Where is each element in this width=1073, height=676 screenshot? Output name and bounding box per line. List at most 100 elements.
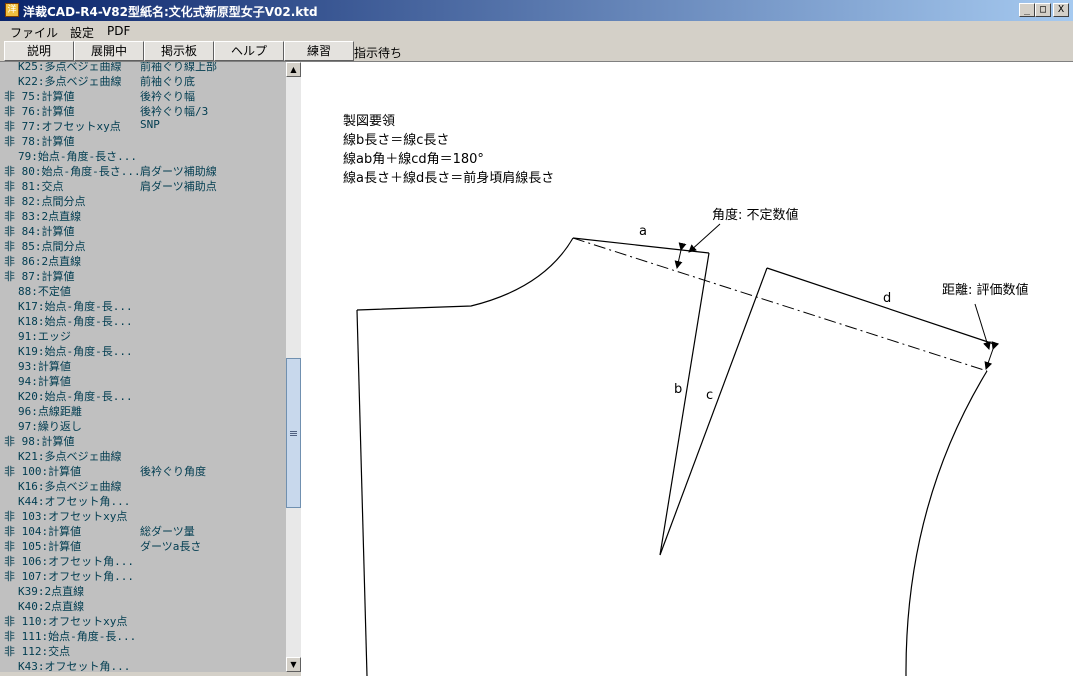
tree-row-label: 非 81:交点 <box>4 180 64 193</box>
angle-leader <box>688 223 721 253</box>
tree-row-comment: 前袖ぐり底 <box>140 75 195 88</box>
status-text: 指示待ち <box>354 46 403 60</box>
tree-row[interactable]: K21:多点ベジェ曲線 <box>0 448 286 463</box>
tree-row[interactable]: 非 82:点間分点 <box>0 193 286 208</box>
scroll-down-arrow-icon[interactable]: ▼ <box>286 657 301 672</box>
tree-row[interactable]: K22:多点ベジェ曲線 前袖ぐり底 <box>0 73 286 88</box>
close-button[interactable]: X <box>1053 3 1069 17</box>
scroll-up-arrow-icon[interactable]: ▲ <box>286 62 301 77</box>
menu-settings[interactable]: 設定 <box>70 24 94 41</box>
menu-bar: ファイル 設定 PDF <box>0 21 1073 40</box>
tree-row[interactable]: 非 105:計算値 ダーツa長さ <box>0 538 286 553</box>
menu-file[interactable]: ファイル <box>10 24 58 41</box>
label-c: c <box>706 388 713 403</box>
tree-row[interactable]: 91:エッジ <box>0 328 286 343</box>
scrollbar-thumb[interactable] <box>286 358 301 508</box>
neck-curve <box>356 237 574 311</box>
tree-row[interactable]: K44:オフセット角... <box>0 493 286 508</box>
tree-row-label: 非 80:始点-角度-長さ... <box>4 165 141 178</box>
window-title: 洋裁CAD-R4-V82型紙名:文化式新原型女子V02.ktd <box>23 5 318 19</box>
tree-row[interactable]: K16:多点ベジェ曲線 <box>0 478 286 493</box>
tree-row[interactable]: 非 103:オフセットxy点 <box>0 508 286 523</box>
tree-row-label: 非 107:オフセット角... <box>4 570 134 583</box>
tree-row-label: 93:計算値 <box>18 360 71 373</box>
tree-row[interactable]: 非 78:計算値 <box>0 133 286 148</box>
expanding-button[interactable]: 展開中 <box>74 41 144 61</box>
tree-row-label: K43:オフセット角... <box>18 660 131 672</box>
explain-button[interactable]: 説明 <box>4 41 74 61</box>
tree-row[interactable]: 非 81:交点 肩ダーツ補助点 <box>0 178 286 193</box>
tree-row[interactable]: 非 110:オフセットxy点 <box>0 613 286 628</box>
tree-row-label: 非 103:オフセットxy点 <box>4 510 128 523</box>
tree-row-comment: 後衿ぐり幅/3 <box>140 105 209 118</box>
tree-row[interactable]: 非 111:始点-角度-長... <box>0 628 286 643</box>
tree-row-label: 非 78:計算値 <box>4 135 75 148</box>
label-d: d <box>883 291 891 306</box>
pattern-svg: a b c d 角度: 不定数値 距離: 評価数値 <box>356 207 1029 676</box>
armhole-curve <box>905 370 988 676</box>
tree-row[interactable]: K17:始点-角度-長... <box>0 298 286 313</box>
distance-label: 距離: 評価数値 <box>942 282 1029 298</box>
tree-row[interactable]: K19:始点-角度-長... <box>0 343 286 358</box>
tree-row[interactable]: 96:点線距離 <box>0 403 286 418</box>
help-button[interactable]: ヘルプ <box>214 41 284 61</box>
tree-row[interactable]: 非 112:交点 <box>0 643 286 658</box>
tree-row[interactable]: K39:2点直線 <box>0 583 286 598</box>
tree-row-label: K21:多点ベジェ曲線 <box>18 450 122 463</box>
tree-row[interactable]: 非 83:2点直線 <box>0 208 286 223</box>
tree-row[interactable]: 非 86:2点直線 <box>0 253 286 268</box>
tree-row[interactable]: 非 80:始点-角度-長さ... 肩ダーツ補助線 <box>0 163 286 178</box>
tree-row[interactable]: 非 104:計算値 総ダーツ量 <box>0 523 286 538</box>
tree-row[interactable]: 93:計算値 <box>0 358 286 373</box>
maximize-button[interactable]: □ <box>1035 3 1051 17</box>
tree-row[interactable]: 非 87:計算値 <box>0 268 286 283</box>
tree-row[interactable]: K43:オフセット角... <box>0 658 286 672</box>
tree-row[interactable]: 非 98:計算値 <box>0 433 286 448</box>
tree-row-label: 非 86:2点直線 <box>4 255 82 268</box>
command-tree-panel[interactable]: K25:多点ベジェ曲線 前袖ぐり線上部 K22:多点ベジェ曲線 前袖ぐり底非 75:計… <box>0 62 286 672</box>
tree-row[interactable]: K18:始点-角度-長... <box>0 313 286 328</box>
tree-row-label: K17:始点-角度-長... <box>18 300 133 313</box>
tree-row[interactable]: 97:繰り返し <box>0 418 286 433</box>
minimize-button[interactable]: _ <box>1019 3 1035 17</box>
tree-row[interactable]: 非 107:オフセット角... <box>0 568 286 583</box>
tree-row[interactable]: K20:始点-角度-長... <box>0 388 286 403</box>
tree-row-label: K44:オフセット角... <box>18 495 131 508</box>
reference-dashdot-line <box>572 237 988 372</box>
menu-pdf[interactable]: PDF <box>107 24 130 38</box>
pattern-drawing-canvas[interactable]: 製図要領 線b長さ＝線c長さ 線ab角＋線cd角＝180° 線a長さ＋線d長さ＝… <box>301 62 1073 676</box>
scrollbar-grip-icon <box>290 431 297 432</box>
tree-row[interactable]: 88:不定値 <box>0 283 286 298</box>
tree-row[interactable]: K40:2点直線 <box>0 598 286 613</box>
tree-row-label: 非 75:計算値 <box>4 90 75 103</box>
tree-row-label: K19:始点-角度-長... <box>18 345 133 358</box>
center-front-line <box>356 309 368 676</box>
line-b <box>659 252 710 556</box>
tree-row[interactable]: 非 84:計算値 <box>0 223 286 238</box>
tree-row[interactable]: 非 106:オフセット角... <box>0 553 286 568</box>
tree-row-label: 96:点線距離 <box>18 405 82 418</box>
app-icon[interactable]: 洋 <box>5 3 19 17</box>
tree-row[interactable]: 非 75:計算値 後衿ぐり幅 <box>0 88 286 103</box>
tree-row[interactable]: 94:計算値 <box>0 373 286 388</box>
tree-row[interactable]: 非 100:計算値 後衿ぐり角度 <box>0 463 286 478</box>
tree-row-label: 88:不定値 <box>18 285 71 298</box>
tree-row-label: 97:繰り返し <box>18 420 82 433</box>
tree-row[interactable]: 79:始点-角度-長さ... <box>0 148 286 163</box>
bulletin-board-button[interactable]: 掲示板 <box>144 41 214 61</box>
bottom-strip <box>0 672 301 676</box>
label-b: b <box>674 382 682 397</box>
tree-row[interactable]: 非 76:計算値 後衿ぐり幅/3 <box>0 103 286 118</box>
tree-row-label: K22:多点ベジェ曲線 <box>18 75 122 88</box>
tree-scrollbar[interactable]: ▲ ▼ <box>286 62 301 672</box>
tree-row-label: K18:始点-角度-長... <box>18 315 133 328</box>
tree-row-label: K39:2点直線 <box>18 585 85 598</box>
tree-row-label: 94:計算値 <box>18 375 71 388</box>
tree-row[interactable]: 非 85:点間分点 <box>0 238 286 253</box>
angle-indicator-icon <box>674 242 687 269</box>
tree-row[interactable]: 非 77:オフセットxy点 SNP <box>0 118 286 133</box>
tree-row-comment: 後衿ぐり角度 <box>140 465 206 478</box>
tree-row-label: 非 76:計算値 <box>4 105 75 118</box>
tree-row[interactable]: K25:多点ベジェ曲線 前袖ぐり線上部 <box>0 62 286 73</box>
practice-button[interactable]: 練習 <box>284 41 354 61</box>
